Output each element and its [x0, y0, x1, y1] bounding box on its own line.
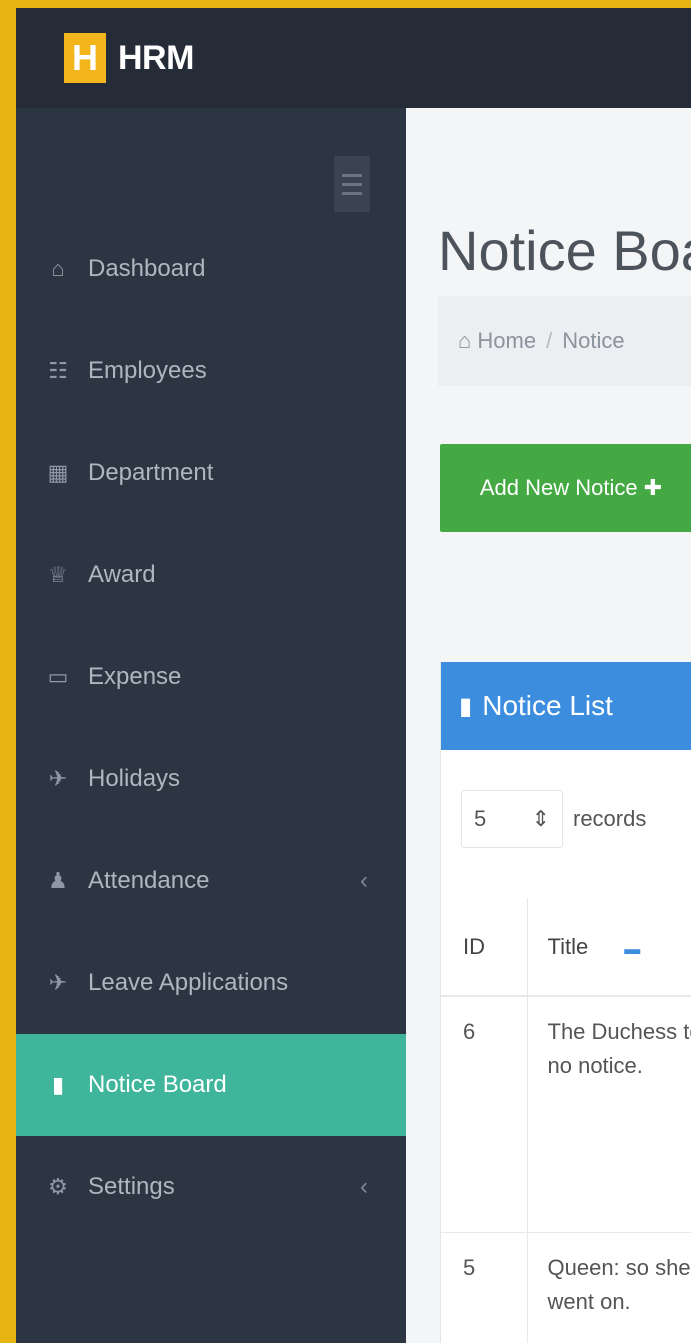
select-arrows-icon: ⇕: [531, 806, 550, 831]
sidebar-item-holidays[interactable]: ✈ Holidays: [16, 728, 406, 830]
sidebar-item-label: Department: [88, 459, 214, 486]
column-header-title-label: Title: [547, 933, 589, 959]
menu-bar: [342, 191, 362, 195]
records-value: 5: [474, 806, 487, 831]
breadcrumb-home-link[interactable]: Home: [477, 328, 536, 354]
sidebar-item-label: Dashboard: [88, 255, 206, 282]
sidebar-item-label: Notice Board: [88, 1071, 227, 1098]
cell-title: The Duchess took no notice.: [527, 996, 691, 1233]
logo-mark: H: [64, 33, 106, 83]
page-title: Notice Board: [438, 219, 691, 282]
sidebar-item-label: Award: [88, 561, 156, 588]
settings-icon: ⚙: [48, 1174, 68, 1199]
sidebar-item-award[interactable]: ♕ Award: [16, 524, 406, 626]
sort-icon: ▬: [624, 940, 641, 958]
sidebar-item-label: Settings: [88, 1173, 175, 1200]
sidebar-item-label: Employees: [88, 357, 207, 384]
chevron-left-icon: ‹: [360, 867, 368, 894]
sidebar-item-expense[interactable]: ▭ Expense: [16, 626, 406, 728]
sidebar-item-label: Expense: [88, 663, 182, 690]
sidebar-item-dashboard[interactable]: ⌂ Dashboard: [16, 218, 406, 320]
sidebar-item-employees[interactable]: ☷ Employees: [16, 320, 406, 422]
cell-id: 6: [441, 996, 528, 1233]
breadcrumb-separator: /: [546, 328, 553, 353]
sidebar-toggle-button[interactable]: [334, 156, 370, 212]
table-row[interactable]: 6 The Duchess took no notice.: [441, 996, 691, 1233]
home-icon: ⌂: [458, 328, 478, 353]
notice-list-panel: ▮ Notice List 5 ⇕ records ID Title ▬ 6 T…: [440, 662, 691, 1343]
sidebar-nav: ⌂ Dashboard ☷ Employees ▦ Department ♕ A…: [16, 218, 406, 1238]
sidebar-item-department[interactable]: ▦ Department: [16, 422, 406, 524]
sidebar-item-leave-applications[interactable]: ✈ Leave Applications: [16, 932, 406, 1034]
dashboard-icon: ⌂: [51, 256, 65, 281]
records-label: records: [573, 806, 647, 831]
breadcrumb-current: Notice: [562, 328, 625, 353]
expense-icon: ▭: [47, 664, 69, 689]
sidebar: ⌂ Dashboard ☷ Employees ▦ Department ♕ A…: [16, 108, 406, 1343]
award-icon: ♕: [48, 562, 68, 587]
sidebar-item-label: Holidays: [88, 765, 181, 792]
main-content: Notice Board ⌂ Home / Notice Add New Not…: [406, 108, 691, 1343]
menu-bar: [342, 182, 362, 186]
leave-icon: ✈: [48, 970, 68, 995]
attendance-icon: ♟: [48, 868, 68, 893]
clipboard-icon: ▮: [459, 692, 473, 720]
notice-table: ID Title▬ 6 The Duchess took no notice. …: [441, 898, 691, 1343]
cell-id: 5: [441, 1232, 528, 1343]
app-frame: H HRM ⌂ Dashboard ☷ Employees ▦ Departme…: [16, 8, 691, 1343]
sidebar-item-label: Leave Applications: [88, 969, 289, 996]
breadcrumb: ⌂ Home / Notice: [438, 296, 691, 386]
column-header-id[interactable]: ID: [441, 898, 528, 997]
cell-title: Queen: so she went on.: [527, 1232, 691, 1343]
logo[interactable]: H HRM: [64, 33, 194, 83]
sidebar-item-notice-board[interactable]: ▮ Notice Board: [16, 1034, 406, 1136]
menu-bar: [342, 173, 362, 177]
sidebar-item-label: Attendance: [88, 867, 210, 894]
panel-header: ▮ Notice List: [441, 662, 691, 750]
sidebar-item-settings[interactable]: ⚙ Settings ‹: [16, 1136, 406, 1238]
app-name: HRM: [118, 38, 194, 77]
notice-icon: ▮: [51, 1072, 65, 1097]
table-row[interactable]: 5 Queen: so she went on.: [441, 1232, 691, 1343]
records-per-page-select[interactable]: 5 ⇕: [461, 790, 563, 848]
employees-icon: ☷: [48, 358, 68, 383]
holidays-icon: ✈: [48, 766, 68, 791]
add-new-notice-button[interactable]: Add New Notice ✚: [440, 444, 691, 532]
chevron-left-icon: ‹: [360, 1173, 368, 1200]
column-header-title[interactable]: Title ▬: [527, 898, 691, 997]
records-control: 5 ⇕ records: [461, 790, 646, 848]
panel-title: Notice List: [482, 690, 613, 721]
top-bar: H HRM: [16, 8, 691, 108]
sidebar-item-attendance[interactable]: ♟ Attendance ‹: [16, 830, 406, 932]
department-icon: ▦: [47, 460, 69, 485]
table-header-row: ID Title ▬: [441, 898, 691, 997]
